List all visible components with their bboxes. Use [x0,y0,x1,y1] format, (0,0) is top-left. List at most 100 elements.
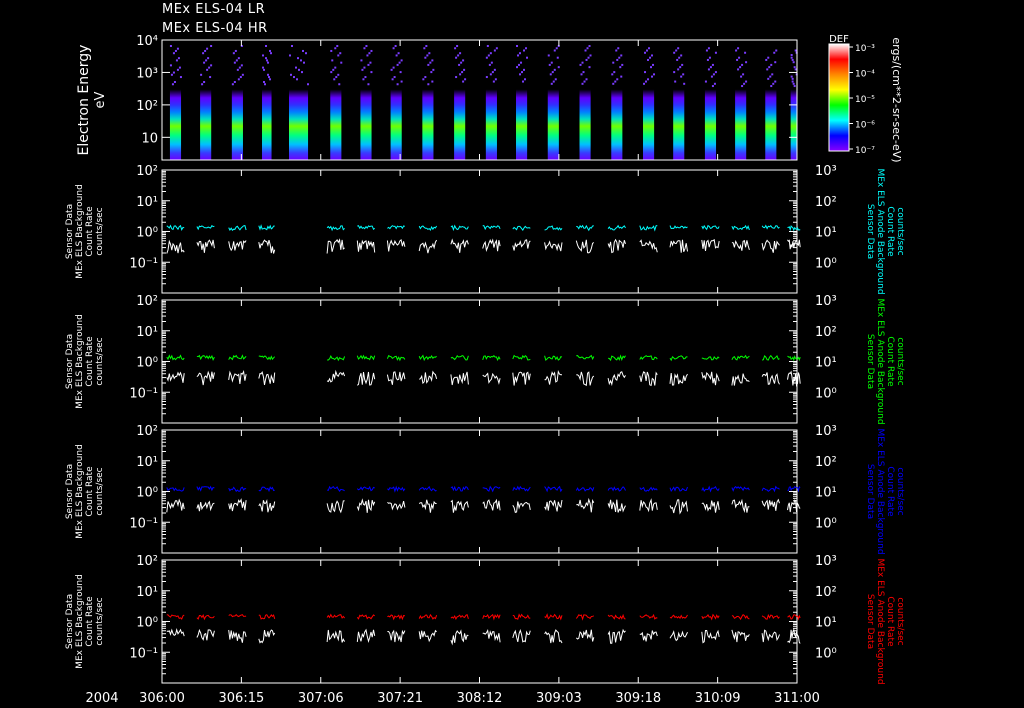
spectrogram-speckle [340,61,343,64]
x-axis-year-label: 2004 [85,691,118,706]
y-tick-label: 10⁰ [136,616,158,631]
spectrogram-speckle [517,54,520,57]
spectrogram-speckle [709,66,712,69]
spectrogram-speckle [707,47,710,50]
series-line [356,239,376,253]
spectrogram-speckle [714,71,717,74]
spectrogram-column [454,89,466,160]
y-tick-label: 10⁰ [136,226,158,241]
spectrogram-speckle [459,52,462,55]
y-tick-label: 10² [136,554,158,569]
series-line [357,225,376,230]
series-line [787,628,801,644]
spectrogram-speckle [231,83,234,86]
spectrogram-speckle [367,63,370,66]
spectrogram-column [422,89,434,160]
spectrogram-speckle [615,49,618,52]
y-tick-label: 10² [136,424,158,439]
series-line [544,355,563,362]
left-axis-label: Count Rate [85,206,95,257]
spectrogram-speckle [611,73,614,76]
spectrogram-speckle [428,52,431,55]
series-line [418,499,437,513]
series-line [761,372,780,385]
series-line [418,629,437,643]
spectrogram-speckle [770,85,773,88]
spectrogram-speckle [772,82,775,85]
spectrogram-speckle [580,73,583,76]
series-line [544,370,562,385]
series-line [761,629,780,643]
series-line [639,225,658,232]
series-line [512,239,531,251]
series-line [166,614,185,620]
series-line [258,486,275,493]
y-tick-label: 10⁴ [136,34,158,49]
series-line [326,369,346,383]
spectrogram-speckle [523,68,526,71]
spectrogram-speckle [400,59,403,62]
spectrogram-speckle [485,76,488,79]
series-line [701,355,720,361]
right-y-tick-label: 10⁰ [815,646,837,661]
series-line [701,613,720,621]
spectrogram-speckle [400,80,403,83]
spectrogram-speckle [169,45,172,47]
series-line [196,500,215,512]
spectrogram-speckle [365,45,368,47]
series-line [196,354,215,362]
spectrogram-speckle [334,66,337,69]
spectrogram-speckle [209,76,212,79]
spectrogram-column [360,89,372,160]
left-axis-label: MEx ELS Background [75,574,85,669]
spectrogram-speckle [178,66,181,69]
spectrogram-speckle [526,56,529,59]
panel-frame [161,299,798,424]
spectrogram-speckle [550,82,553,85]
spectrogram-speckle [392,47,395,50]
y-tick-label: 10⁻¹ [129,646,158,661]
spectrogram-speckle [714,51,717,54]
spectrogram-speckle [792,61,795,64]
spectrogram-speckle [456,45,459,47]
series-line [196,224,215,231]
series-line [669,239,688,253]
series-line [482,372,501,385]
spectrogram-speckle [175,59,178,62]
series-line [761,239,780,253]
left-axis-label: MEx ELS Background [75,184,85,279]
left-axis-label: Count Rate [85,336,95,387]
spectrogram-speckle [263,68,266,71]
spectrogram-speckle [488,63,491,66]
spectrogram-speckle [267,73,270,76]
series-line [761,498,780,511]
series-line [482,225,501,231]
series-line [761,354,780,361]
spectrogram-speckle [581,61,584,64]
series-line [669,225,688,230]
spectrogram-speckle [200,73,203,76]
spectrogram-speckle [176,47,179,50]
spectrogram-speckle [396,83,399,86]
spectrogram-speckle [337,54,340,57]
spectrogram-speckle [364,76,367,79]
spectrogram-speckle [495,47,498,50]
spectrogram-speckle [462,80,465,83]
right-y-tick-label: 10¹ [815,226,837,241]
spectrogram-speckle [232,52,235,55]
spectrogram-speckle [369,61,372,64]
spectrogram-speckle [612,61,615,64]
right-axis-label: Count Rate [885,466,895,517]
series-line [607,224,626,231]
spectrogram-speckle [679,66,682,69]
spectrogram-speckle [588,66,591,69]
spectrogram-speckle [366,54,369,57]
series-line [731,224,750,231]
series-line [607,613,626,620]
spectrogram-speckle [650,66,653,69]
spectrogram-speckle [210,64,213,67]
series-line [669,499,688,515]
spectrogram-speckle [587,56,590,59]
right-axis-label: MEx ELS Anode Background [875,428,885,554]
series-line [544,240,563,252]
